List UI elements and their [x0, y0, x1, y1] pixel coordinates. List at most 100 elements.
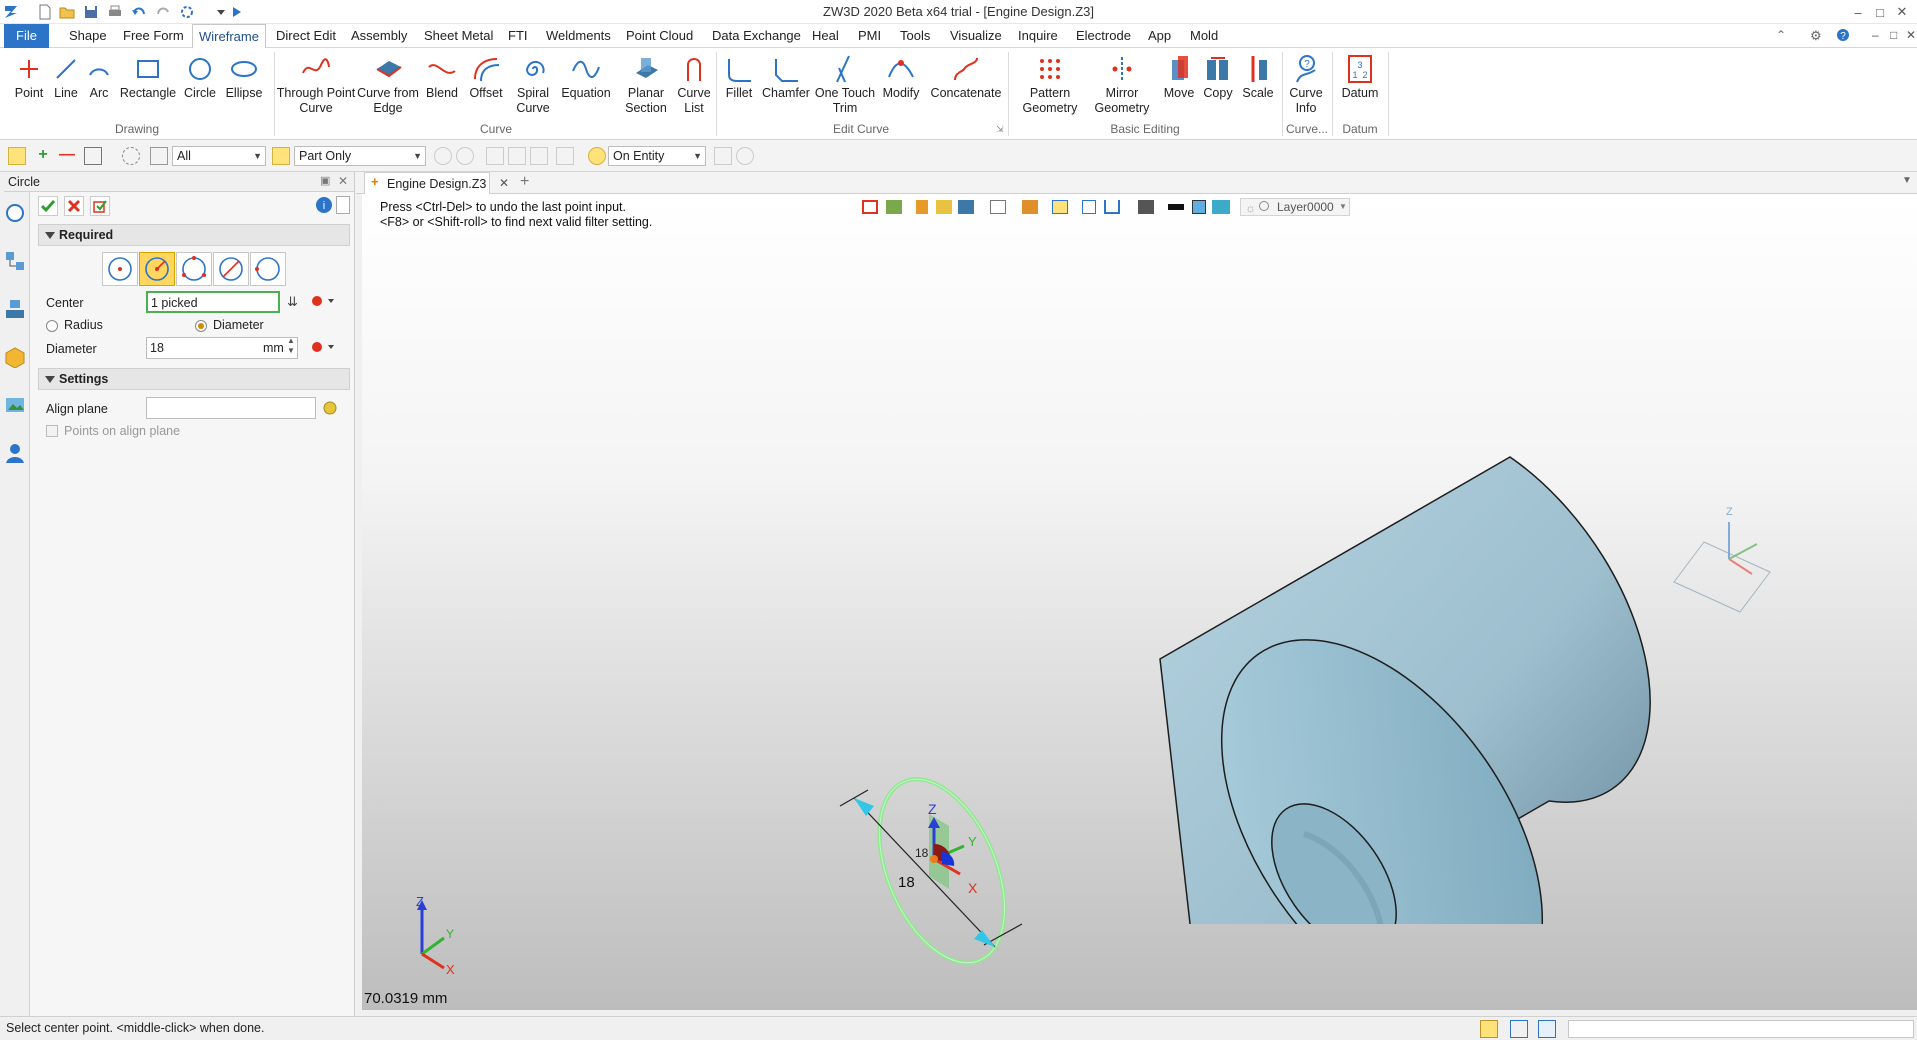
scale-button[interactable]: Scale	[1238, 52, 1278, 101]
method-center-radius-icon[interactable]	[102, 252, 138, 286]
method-center-diameter-icon[interactable]	[139, 252, 175, 286]
info-icon[interactable]: i	[315, 196, 333, 214]
remove-icon[interactable]: —	[58, 147, 76, 165]
status-window-icon[interactable]	[1538, 1020, 1556, 1038]
scope-select[interactable]: Part Only ▼	[294, 146, 426, 166]
new-tab-icon[interactable]: +	[520, 173, 529, 191]
pattern-geometry-button[interactable]: Pattern Geometry	[1012, 52, 1088, 116]
chamfer-button[interactable]: Chamfer	[760, 52, 812, 101]
ribbon-options-icon[interactable]: ⌃	[1776, 28, 1786, 42]
display-mode-icon[interactable]	[936, 200, 952, 214]
part-icon[interactable]	[4, 346, 26, 368]
doc-tab-close-icon[interactable]: ✕	[499, 176, 509, 190]
graphics-viewport[interactable]: Press <Ctrl-Del> to undo the last point …	[362, 194, 1917, 1010]
panel-pin-icon[interactable]: ▣	[320, 174, 330, 187]
tab-electrode[interactable]: Electrode	[1070, 24, 1137, 48]
tab-data-exchange[interactable]: Data Exchange	[706, 24, 807, 48]
method-tangent-icon[interactable]	[250, 252, 286, 286]
curve-info-button[interactable]: ? Curve Info	[1286, 52, 1326, 116]
circle-history-icon[interactable]	[4, 202, 26, 224]
exit-view-icon[interactable]	[862, 200, 878, 214]
scope-icon[interactable]	[272, 147, 290, 165]
tab-sheet-metal[interactable]: Sheet Metal	[418, 24, 499, 48]
mirror-geometry-button[interactable]: Mirror Geometry	[1088, 52, 1156, 116]
pick-point-icon[interactable]	[310, 293, 336, 309]
line-style-icon[interactable]	[1168, 204, 1184, 210]
minimize-icon[interactable]: –	[1848, 2, 1868, 22]
command-input[interactable]	[1568, 1020, 1914, 1038]
radius-radio[interactable]	[46, 320, 58, 332]
copy-button[interactable]: Copy	[1200, 52, 1236, 101]
tab-visualize[interactable]: Visualize	[944, 24, 1008, 48]
render-icon[interactable]	[1022, 200, 1038, 214]
ok-icon[interactable]	[38, 196, 58, 216]
history-tree-icon[interactable]	[4, 250, 26, 272]
view-cube-icon[interactable]	[990, 200, 1006, 214]
datum-button[interactable]: 312 Datum	[1336, 52, 1384, 101]
layer-select[interactable]: ☼ Layer0000 ▼	[1240, 198, 1350, 216]
tab-weldments[interactable]: Weldments	[540, 24, 617, 48]
modify-button[interactable]: Modify	[878, 52, 924, 101]
tab-free-form[interactable]: Free Form	[117, 24, 190, 48]
restore-icon[interactable]: □	[1870, 2, 1890, 22]
equation-button[interactable]: Equation	[558, 52, 614, 101]
diameter-input[interactable]: 18 mm ▲ ▼	[146, 336, 298, 359]
pick-option-icon[interactable]	[486, 147, 504, 165]
doc-close-icon[interactable]: ✕	[1906, 28, 1916, 42]
planar-section-button[interactable]: Planar Section	[618, 52, 674, 116]
tab-mold[interactable]: Mold	[1184, 24, 1224, 48]
doc-tab[interactable]: + Engine Design.Z3 ✕	[364, 172, 509, 194]
zoom-icon[interactable]	[1052, 200, 1068, 214]
tab-wireframe[interactable]: Wireframe	[192, 24, 266, 49]
expand-icon[interactable]: ⇊	[287, 294, 298, 310]
lasso-icon[interactable]	[122, 147, 140, 165]
point-button[interactable]: Point	[10, 52, 48, 101]
shading-icon[interactable]	[958, 200, 974, 214]
tab-assembly[interactable]: Assembly	[345, 24, 413, 48]
snap-extra-icon[interactable]	[714, 147, 732, 165]
panel-options-icon[interactable]	[336, 196, 350, 214]
tab-list-icon[interactable]: ▼	[1902, 175, 1912, 186]
tab-fti[interactable]: FTI	[502, 24, 534, 48]
pick-option-icon[interactable]	[556, 147, 574, 165]
spin-stepper-icon[interactable]: ▲ ▼	[287, 336, 295, 356]
tab-direct-edit[interactable]: Direct Edit	[270, 24, 342, 48]
select-mode-icon[interactable]	[84, 147, 102, 165]
diameter-radio[interactable]	[195, 320, 207, 332]
background-icon[interactable]	[1138, 200, 1154, 214]
spiral-curve-button[interactable]: Spiral Curve	[510, 52, 556, 116]
curve-list-button[interactable]: Curve List	[676, 52, 712, 116]
section-settings[interactable]: Settings	[38, 368, 350, 390]
status-layout-icon[interactable]	[1480, 1020, 1498, 1038]
doc-minimize-icon[interactable]: –	[1872, 28, 1879, 42]
doc-restore-icon[interactable]: □	[1890, 28, 1897, 42]
color-icon[interactable]	[1192, 200, 1206, 214]
tab-inquire[interactable]: Inquire	[1012, 24, 1064, 48]
through-point-curve-button[interactable]: Through Point Curve	[276, 52, 356, 116]
cancel-icon[interactable]	[64, 196, 84, 216]
view-tools-icon[interactable]	[886, 200, 902, 214]
line-button[interactable]: Line	[50, 52, 82, 101]
filter-icon[interactable]	[150, 147, 168, 165]
tab-file[interactable]: File	[4, 24, 49, 48]
panel-close-icon[interactable]: ✕	[338, 174, 348, 188]
close-window-icon[interactable]: ✕	[1892, 2, 1912, 22]
status-screen-icon[interactable]	[1510, 1020, 1528, 1038]
snap-settings-icon[interactable]	[456, 147, 474, 165]
snap-mode-icon[interactable]	[588, 147, 606, 165]
circle-button[interactable]: Circle	[182, 52, 218, 101]
tab-shape[interactable]: Shape	[63, 24, 113, 48]
snap-toggle-icon[interactable]	[434, 147, 452, 165]
move-button[interactable]: Move	[1160, 52, 1198, 101]
method-two-point-icon[interactable]	[213, 252, 249, 286]
fillet-button[interactable]: Fillet	[720, 52, 758, 101]
tab-heal[interactable]: Heal	[806, 24, 845, 48]
blend-button[interactable]: Blend	[422, 52, 462, 101]
snap-select[interactable]: On Entity ▼	[608, 146, 706, 166]
pick-option-icon[interactable]	[508, 147, 526, 165]
tab-point-cloud[interactable]: Point Cloud	[620, 24, 699, 48]
dialog-launcher-icon[interactable]: ⇲	[996, 124, 1004, 135]
view-manager-icon[interactable]	[4, 394, 26, 416]
tab-tools[interactable]: Tools	[894, 24, 936, 48]
filter-select[interactable]: All ▼	[172, 146, 266, 166]
